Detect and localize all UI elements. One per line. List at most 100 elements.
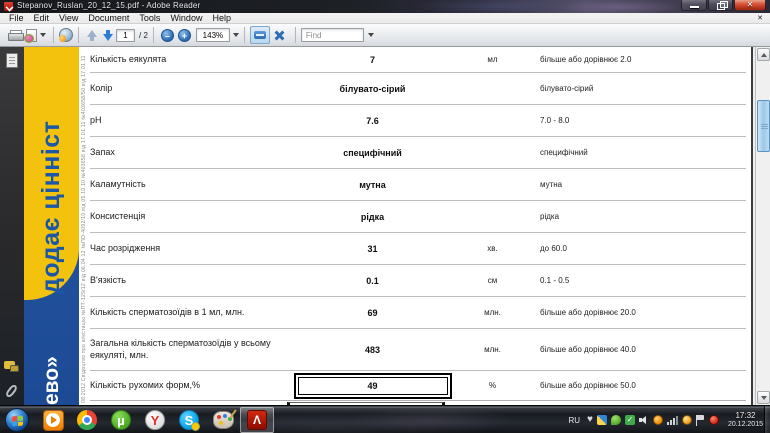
start-button[interactable] <box>5 407 29 432</box>
page-number-input[interactable] <box>116 28 135 42</box>
pages-panel-icon[interactable] <box>6 53 18 68</box>
taskbar-app-skype[interactable]: S <box>172 407 206 433</box>
row-name: Колір <box>90 82 113 93</box>
selected-field-frame[interactable]: 49 <box>297 376 448 395</box>
row-value: 0.1 <box>366 275 379 286</box>
amber-circle-tray-icon[interactable] <box>681 415 692 425</box>
language-indicator[interactable]: RU <box>568 416 580 425</box>
show-desktop-button[interactable] <box>764 406 770 433</box>
scrolling-mode-button[interactable] <box>249 26 270 44</box>
comments-panel-icon[interactable] <box>4 361 20 374</box>
blue-yellow-tray-icon[interactable] <box>596 415 607 425</box>
table-row: Каламутність мутна мутна <box>90 169 746 201</box>
taskbar-clock[interactable]: 17:32 20.12.2015 <box>728 411 763 428</box>
table-row: pH 7.6 7.0 - 8.0 <box>90 105 746 137</box>
row-name: Консистенція <box>90 210 146 221</box>
network-signal-icon[interactable] <box>666 415 678 425</box>
row-norm: 0.1 - 0.5 <box>540 276 570 285</box>
find-input[interactable] <box>300 28 364 42</box>
row-name: Кількість сперматозоїдів в 1 мл, млн. <box>90 306 245 317</box>
menu-file[interactable]: File <box>4 13 29 24</box>
taskbar-app-adobe-reader[interactable]: Λ <box>240 407 274 433</box>
brand-sidebar: додає цінніст ево» <box>24 47 79 405</box>
arrow-up-icon <box>87 29 97 37</box>
menu-window[interactable]: Window <box>165 13 207 24</box>
red-shield-tray-icon[interactable] <box>708 415 719 425</box>
vertical-scrollbar[interactable] <box>755 47 770 405</box>
checkmark-status-icon[interactable]: ✓ <box>624 415 635 425</box>
row-name: Каламутність <box>90 178 146 189</box>
menu-view[interactable]: View <box>54 13 83 24</box>
row-value: 49 <box>367 380 378 391</box>
menu-edit[interactable]: Edit <box>29 13 55 24</box>
chevron-down-icon <box>40 33 46 37</box>
next-page-button[interactable] <box>100 26 116 45</box>
chevron-down-icon <box>368 33 375 37</box>
potplayer-icon <box>42 409 64 431</box>
taskbar-app-potplayer[interactable] <box>36 407 70 433</box>
heart-icon[interactable]: ♥ <box>587 415 593 425</box>
row-unit: млн. <box>484 308 501 317</box>
windows-flag-icon <box>12 415 23 426</box>
row-value: 483 <box>364 344 381 355</box>
restore-button[interactable] <box>708 0 733 11</box>
paint-icon <box>212 409 237 429</box>
table-row: В'язкість 0.1 см 0.1 - 0.5 <box>90 265 746 297</box>
taskbar: µ Y S Λ RU ♥ ✓ 17:32 20.12.2015 <box>0 405 770 433</box>
find-options-button[interactable] <box>364 28 376 42</box>
zoom-in-button[interactable] <box>177 28 191 42</box>
row-value: мутна <box>359 179 386 190</box>
collaborate-button[interactable] <box>24 26 48 45</box>
action-center-flag-icon[interactable] <box>695 414 705 426</box>
utorrent-icon: µ <box>111 410 131 430</box>
acrobat-com-button[interactable] <box>59 26 73 45</box>
row-norm: більше або дорівнює 50.0 <box>540 381 636 390</box>
scroll-up-button[interactable] <box>757 48 770 61</box>
taskbar-app-utorrent[interactable]: µ <box>104 407 138 433</box>
scroll-down-button[interactable] <box>757 391 770 404</box>
menu-tools[interactable]: Tools <box>134 13 165 24</box>
row-norm: рідка <box>540 212 560 221</box>
volume-icon[interactable] <box>638 415 649 425</box>
zoom-chevron-down-icon[interactable] <box>232 33 239 37</box>
menu-document[interactable]: Document <box>83 13 134 24</box>
pdf-page: додає цінніст ево» 08.2012 Свідоцтво про… <box>24 47 753 405</box>
menu-help[interactable]: Help <box>207 13 236 24</box>
row-norm: 7.0 - 8.0 <box>540 116 570 125</box>
navigation-panel-strip <box>0 47 24 405</box>
minimize-button[interactable] <box>681 0 707 11</box>
zoom-level-dropdown[interactable]: 143% <box>195 28 230 42</box>
zoom-out-button[interactable] <box>160 28 174 42</box>
row-unit: хв. <box>487 244 498 253</box>
green-leaf-icon[interactable] <box>610 415 621 425</box>
menubar-close-icon[interactable]: ✕ <box>757 14 763 23</box>
row-name: В'язкість <box>90 274 126 285</box>
toolbar-separator <box>78 27 79 43</box>
taskbar-app-chrome[interactable] <box>70 407 104 433</box>
scrollbar-thumb[interactable] <box>757 100 770 152</box>
taskbar-app-yandex[interactable]: Y <box>138 407 172 433</box>
arrow-up-icon <box>760 52 767 57</box>
row-norm: більше або дорівнює 2.0 <box>540 55 632 64</box>
certificate-fine-print: 08.2012 Свідоцтво про атестацію №ПТ-129/… <box>81 55 87 403</box>
orange-circle-tray-icon[interactable] <box>652 415 663 425</box>
taskbar-app-paint[interactable] <box>206 407 240 433</box>
table-row: Кількість еякулята 7 мл більше або дорів… <box>90 47 746 73</box>
date-label: 20.12.2015 <box>727 420 763 428</box>
toolbar-separator <box>152 27 154 43</box>
titlebar: Stepanov_Ruslan_20_12_15.pdf - Adobe Rea… <box>0 0 770 13</box>
fullscreen-mode-button[interactable] <box>270 26 290 44</box>
toolbar-separator <box>53 27 54 43</box>
attachments-panel-icon[interactable] <box>4 383 19 399</box>
close-button[interactable] <box>734 0 766 11</box>
previous-page-button[interactable] <box>84 26 100 45</box>
row-value: 31 <box>367 243 378 254</box>
toolbar: / 2 143% <box>0 24 770 47</box>
row-value: рідка <box>360 211 385 222</box>
row-norm: білувато-сірий <box>540 84 594 93</box>
print-button[interactable] <box>6 26 24 45</box>
row-value: 7 <box>369 54 375 65</box>
toolbar-separator <box>294 27 296 43</box>
row-name: Кількість еякулята <box>90 53 167 64</box>
table-row: Консистенція рідка рідка <box>90 201 746 233</box>
